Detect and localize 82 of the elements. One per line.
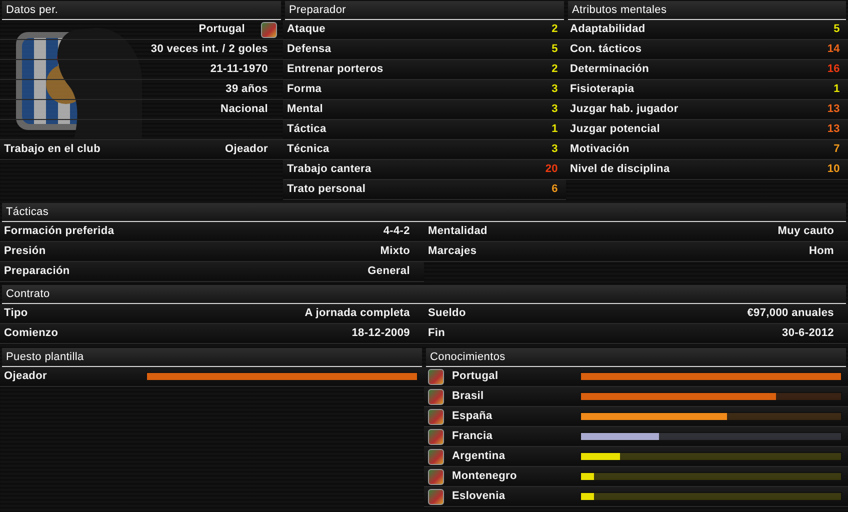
attribute-label: Adaptabilidad [570,22,646,37]
attribute-label: Juzgar hab. jugador [570,102,678,117]
attribute-label: Trato personal [287,182,366,197]
attribute-label: Entrenar porteros [287,62,384,77]
field-value: 21-11-1970 [210,62,268,77]
field-value: €97,000 anuales [747,306,834,321]
field-label: Ojeador [4,369,48,384]
attribute-value: 5 [834,22,840,37]
field-label: Comienzo [4,326,58,341]
attribute-label: Defensa [287,42,332,57]
attribute-label: Ataque [287,22,326,37]
field-value: A jornada completa [304,306,410,321]
country-name: Portugal [452,369,500,384]
section-header: Datos per. [2,1,281,20]
attribute-value: 13 [827,122,840,137]
field-value: Portugal [198,22,245,37]
attribute-value: 16 [827,62,840,77]
attribute-value: 20 [545,162,558,177]
field-value: Ojeador [225,142,268,157]
section-header: Conocimientos [426,348,846,367]
field-value: Hom [808,244,834,259]
field-value: 4-4-2 [383,224,410,239]
field-value: Nacional [220,102,268,117]
attribute-label: Juzgar potencial [570,122,660,137]
attribute-value: 10 [827,162,840,177]
attribute-value: 13 [827,102,840,117]
attribute-value: 5 [552,42,558,57]
field-label: Marcajes [428,244,477,259]
attribute-value: 1 [834,82,840,97]
attribute-label: Determinación [570,62,650,77]
flag-icon [428,428,444,444]
field-label: Fin [428,326,446,341]
country-name: Francia [452,429,494,444]
attribute-label: Con. tácticos [570,42,642,57]
country-name: Montenegro [452,469,518,484]
field-value: Mixto [380,244,410,259]
flag-icon [261,22,277,38]
attribute-label: Forma [287,82,322,97]
section-header: Preparador [285,1,564,20]
field-value: General [368,264,410,279]
section-header: Tácticas [2,203,846,222]
country-name: Eslovenia [452,489,506,504]
field-label: Presión [4,244,46,259]
attribute-value: 14 [827,42,840,57]
attribute-label: Táctica [287,122,326,137]
attribute-value: 2 [552,62,558,77]
attribute-value: 3 [552,102,558,117]
field-label: Tipo [4,306,28,321]
attribute-label: Mental [287,102,324,117]
flag-icon [428,488,444,504]
attribute-label: Técnica [287,142,330,157]
attribute-value: 7 [834,142,840,157]
attribute-label: Nivel de disciplina [570,162,670,177]
field-label: Mentalidad [428,224,488,239]
field-label: Trabajo en el club [4,142,101,157]
flag-icon [428,448,444,464]
section-header: Puesto plantilla [2,348,422,367]
field-label: Preparación [4,264,70,279]
attribute-value: 3 [552,82,558,97]
field-label: Formación preferida [4,224,114,239]
flag-icon [428,388,444,404]
flag-icon [428,368,444,384]
attribute-label: Fisioterapia [570,82,634,97]
attribute-value: 2 [552,22,558,37]
flag-icon [428,468,444,484]
attribute-value: 3 [552,142,558,157]
country-name: España [452,409,494,424]
attribute-label: Trabajo cantera [287,162,372,177]
flag-icon [428,408,444,424]
country-name: Argentina [452,449,506,464]
field-value: 18-12-2009 [352,326,410,341]
field-label: Sueldo [428,306,466,321]
country-name: Brasil [452,389,485,404]
section-header: Atributos mentales [568,1,846,20]
section-header: Contrato [2,285,846,304]
field-value: Muy cauto [778,224,834,239]
field-value: 30 veces int. / 2 goles [150,42,268,57]
field-value: 39 años [226,82,268,97]
attribute-label: Motivación [570,142,630,157]
field-value: 30-6-2012 [782,326,834,341]
attribute-value: 6 [552,182,558,197]
attribute-value: 1 [552,122,558,137]
